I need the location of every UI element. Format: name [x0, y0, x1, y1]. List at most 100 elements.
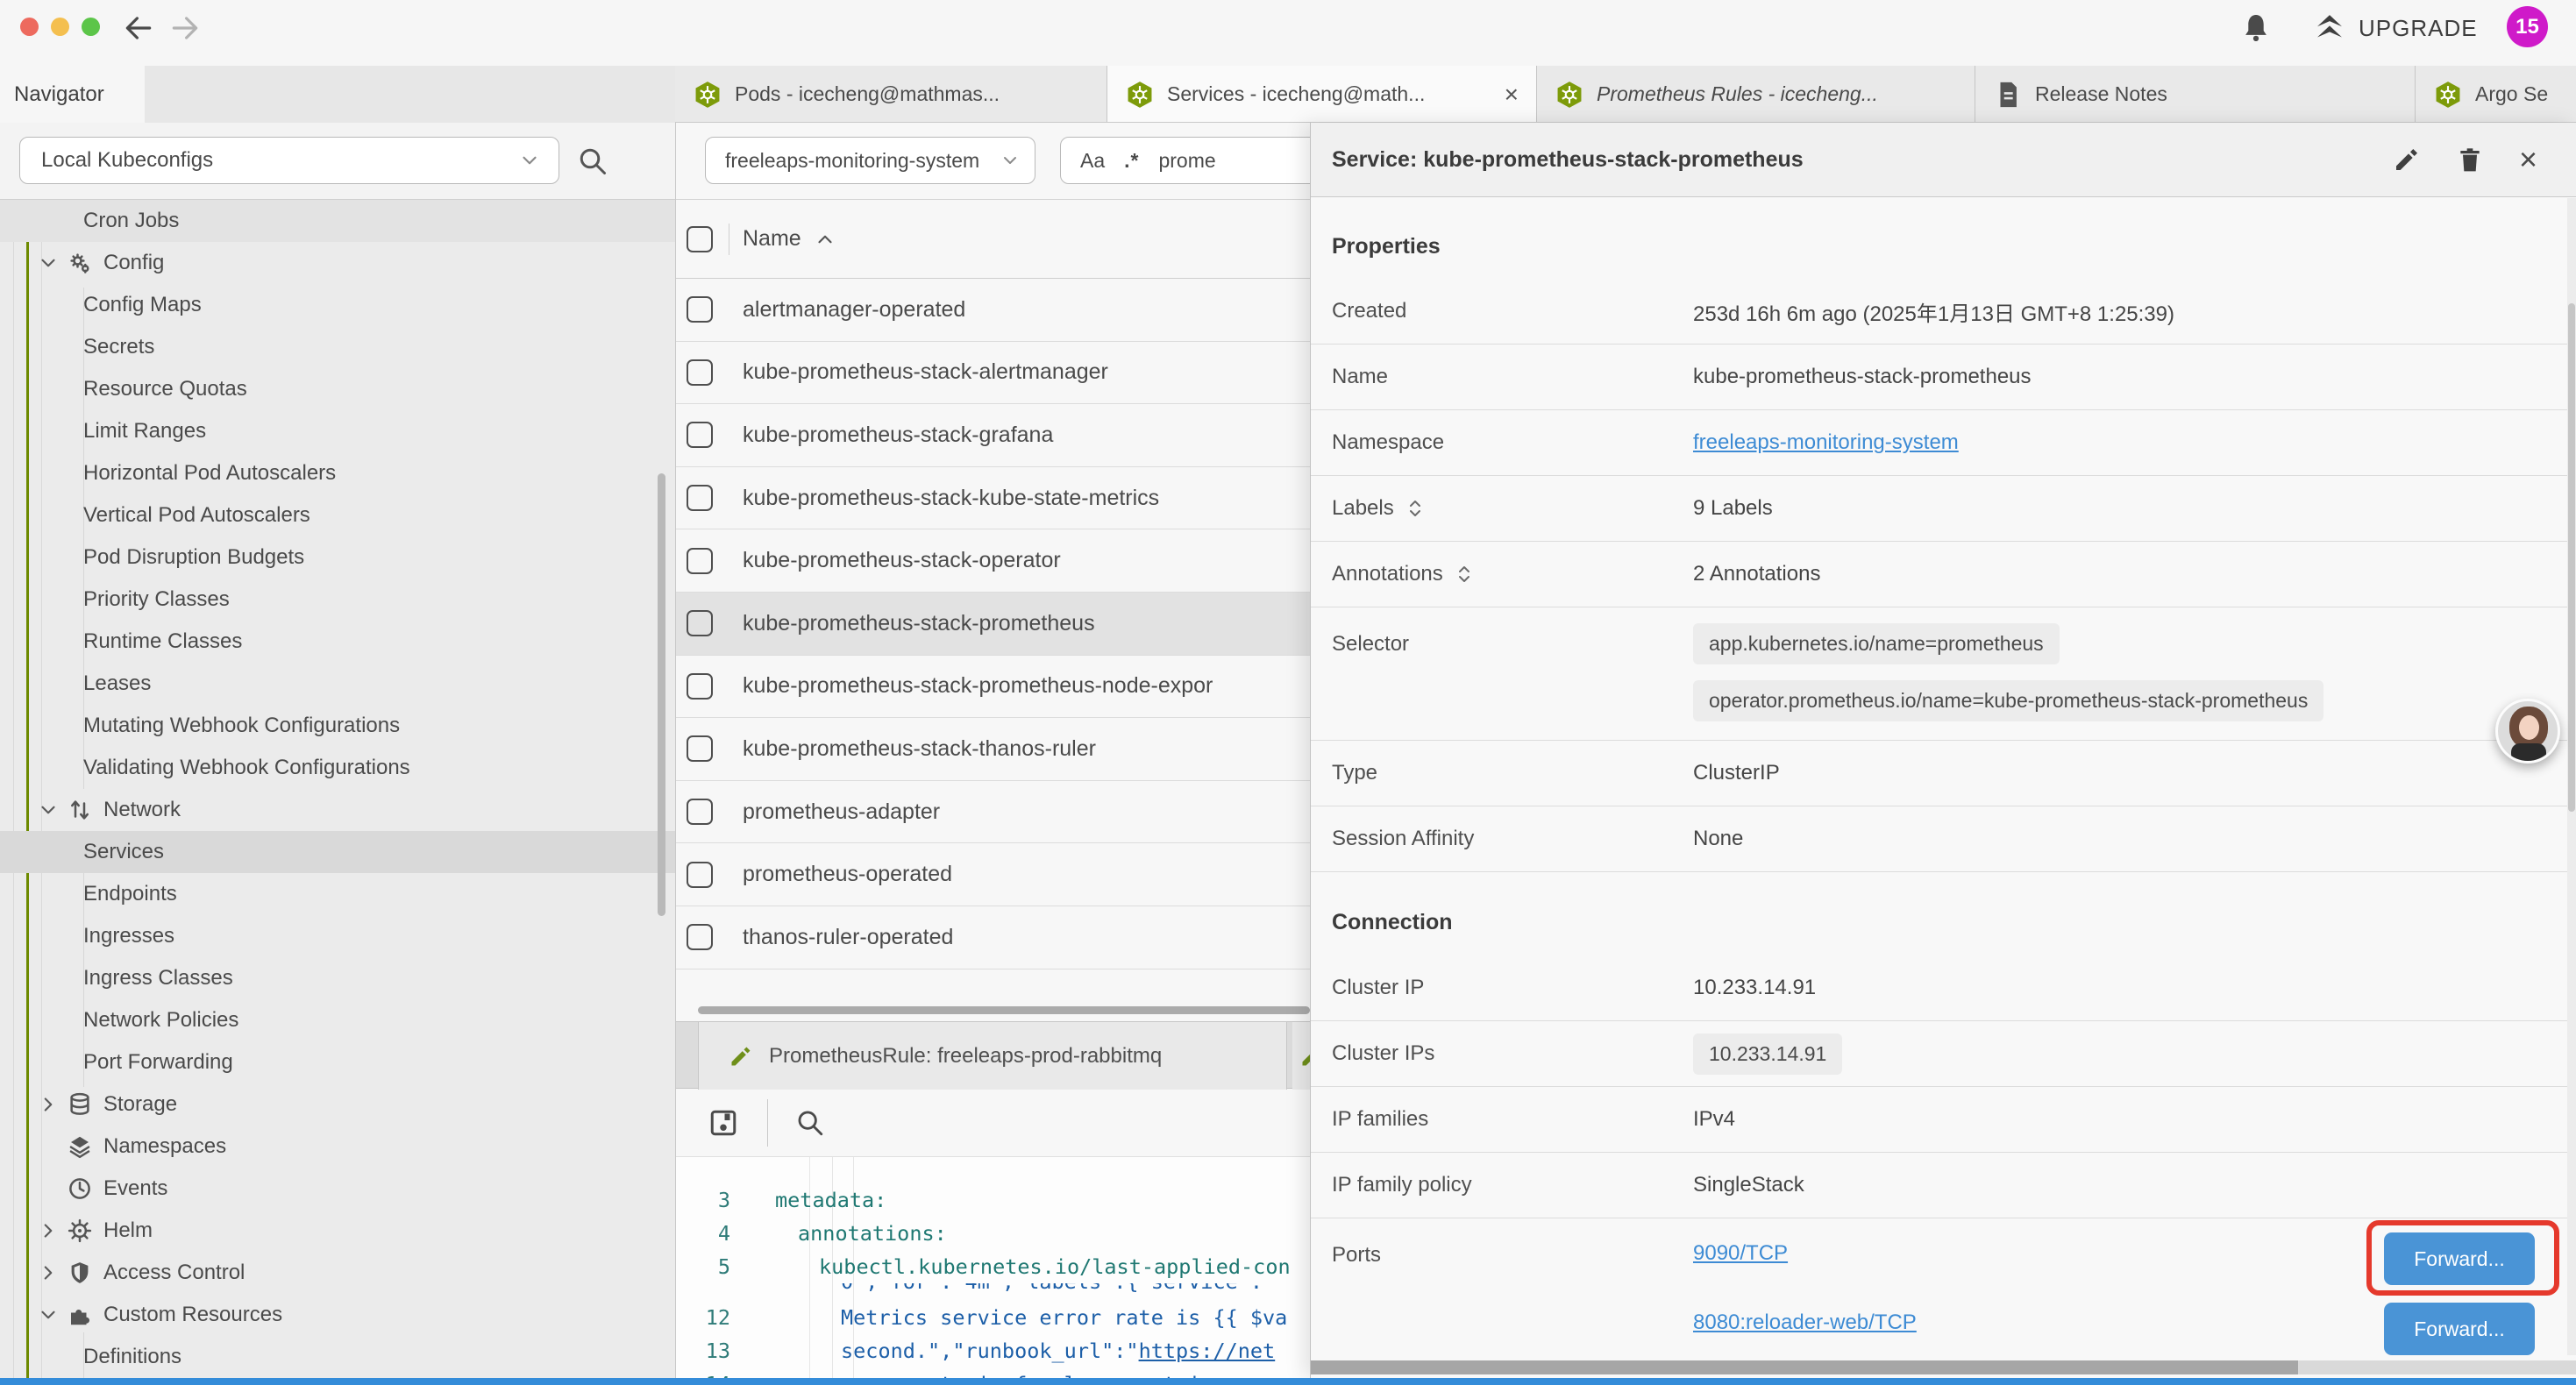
- table-row[interactable]: kube-prometheus-stack-kube-state-metrics: [676, 467, 1310, 530]
- sidebar-item[interactable]: Leases: [0, 663, 675, 705]
- row-checkbox[interactable]: [687, 924, 713, 950]
- table-horizontal-scrollbar[interactable]: [698, 1006, 1310, 1014]
- navigator-panel-tab[interactable]: Navigator: [0, 66, 145, 123]
- save-icon[interactable]: [708, 1107, 739, 1139]
- window-zoom-button[interactable]: [82, 18, 100, 36]
- tab[interactable]: Services - icecheng@math... ×: [1107, 66, 1537, 123]
- table-row[interactable]: kube-prometheus-stack-grafana: [676, 404, 1310, 467]
- select-all-checkbox[interactable]: [687, 226, 713, 252]
- row-checkbox[interactable]: [687, 296, 713, 323]
- table-row[interactable]: kube-prometheus-stack-thanos-ruler: [676, 718, 1310, 781]
- tab[interactable]: Pods - icecheng@mathmas...: [675, 66, 1107, 123]
- sidebar-item[interactable]: Config: [0, 242, 675, 284]
- tab[interactable]: Release Notes: [1975, 66, 2416, 123]
- row-checkbox[interactable]: [687, 862, 713, 888]
- sidebar-item[interactable]: Network: [0, 789, 675, 831]
- detail-horizontal-scrollbar[interactable]: [1311, 1360, 2576, 1374]
- tree-chevron-icon[interactable]: [37, 1303, 60, 1326]
- kubeconfig-selector[interactable]: Local Kubeconfigs: [19, 137, 559, 184]
- sidebar-scrollbar[interactable]: [658, 473, 665, 916]
- forward-button[interactable]: Forward...: [2384, 1303, 2535, 1355]
- tree-chevron-icon[interactable]: [37, 1219, 60, 1242]
- namespace-selector[interactable]: freeleaps-monitoring-system: [705, 137, 1035, 184]
- expand-collapse-icon[interactable]: [1454, 564, 1475, 585]
- row-checkbox[interactable]: [687, 673, 713, 700]
- sidebar-item[interactable]: Cron Jobs: [0, 200, 675, 242]
- sort-ascending-icon[interactable]: [814, 228, 836, 251]
- editor-search-icon[interactable]: [795, 1108, 825, 1138]
- table-row[interactable]: kube-prometheus-stack-prometheus-node-ex…: [676, 656, 1310, 719]
- row-checkbox[interactable]: [687, 422, 713, 448]
- sidebar-item[interactable]: Network Policies: [0, 999, 675, 1041]
- sidebar-item[interactable]: Helm: [0, 1210, 675, 1252]
- sidebar-item[interactable]: Mutating Webhook Configurations: [0, 705, 675, 747]
- sidebar-item[interactable]: Definitions: [0, 1336, 675, 1378]
- sidebar-item[interactable]: Priority Classes: [0, 579, 675, 621]
- name-column-header[interactable]: Name: [743, 226, 801, 252]
- sidebar-item[interactable]: Resource Quotas: [0, 368, 675, 410]
- sidebar-item[interactable]: Endpoints: [0, 873, 675, 915]
- sidebar-item[interactable]: Validating Webhook Configurations: [0, 747, 675, 789]
- close-icon[interactable]: ×: [2519, 144, 2537, 175]
- table-row[interactable]: kube-prometheus-stack-operator: [676, 529, 1310, 593]
- detail-horizontal-scrollbar-thumb[interactable]: [1311, 1360, 2298, 1374]
- window-minimize-button[interactable]: [51, 18, 69, 36]
- notification-badge[interactable]: 15: [2507, 6, 2548, 47]
- tree-chevron-icon[interactable]: [37, 1093, 60, 1116]
- sidebar-item[interactable]: Custom Resources: [0, 1294, 675, 1336]
- tab[interactable]: Argo Se: [2416, 66, 2576, 123]
- upgrade-icon[interactable]: [2311, 10, 2348, 46]
- sidebar-item[interactable]: Vertical Pod Autoscalers: [0, 494, 675, 536]
- tree-chevron-icon[interactable]: [37, 799, 60, 821]
- port-link[interactable]: 8080:reloader-web/TCP: [1693, 1310, 1917, 1335]
- namespace-link[interactable]: freeleaps-monitoring-system: [1693, 430, 1959, 455]
- sidebar-item[interactable]: Ingress Classes: [0, 957, 675, 999]
- editor-tab-partial[interactable]: [1292, 1022, 1310, 1090]
- table-row[interactable]: prometheus-adapter: [676, 781, 1310, 844]
- tab-close-icon[interactable]: ×: [1505, 82, 1519, 107]
- sidebar-item[interactable]: Namespaces: [0, 1126, 675, 1168]
- row-checkbox[interactable]: [687, 799, 713, 825]
- sidebar-item[interactable]: Runtime Classes: [0, 621, 675, 663]
- sidebar-item[interactable]: Horizontal Pod Autoscalers: [0, 452, 675, 494]
- sidebar-item[interactable]: Services: [0, 831, 675, 873]
- match-case-toggle[interactable]: Aa: [1080, 149, 1105, 173]
- avatar[interactable]: [2495, 699, 2560, 764]
- forward-arrow-icon[interactable]: [168, 11, 202, 45]
- back-arrow-icon[interactable]: [122, 11, 155, 45]
- sidebar-search-icon[interactable]: [577, 146, 608, 177]
- table-row[interactable]: kube-prometheus-stack-prometheus: [676, 593, 1310, 656]
- trash-icon[interactable]: [2456, 146, 2484, 174]
- edit-pencil-icon[interactable]: [2393, 146, 2421, 174]
- sidebar-item[interactable]: Secrets: [0, 326, 675, 368]
- window-close-button[interactable]: [20, 18, 39, 36]
- sidebar-item[interactable]: Events: [0, 1168, 675, 1210]
- detail-scrollbar-track[interactable]: [2567, 198, 2576, 1355]
- yaml-editor[interactable]: 3 metadata: 4 annotations: 5 kubectl.kub…: [676, 1157, 1310, 1378]
- row-checkbox[interactable]: [687, 548, 713, 574]
- sidebar-item[interactable]: Storage: [0, 1083, 675, 1126]
- expand-collapse-icon[interactable]: [1405, 498, 1426, 519]
- table-row[interactable]: thanos-ruler-operated: [676, 906, 1310, 970]
- table-row[interactable]: prometheus-operated: [676, 843, 1310, 906]
- regex-toggle[interactable]: .*: [1124, 149, 1139, 173]
- sidebar-item[interactable]: Port Forwarding: [0, 1041, 675, 1083]
- tree-chevron-icon[interactable]: [37, 1261, 60, 1284]
- table-row[interactable]: kube-prometheus-stack-alertmanager: [676, 342, 1310, 405]
- sidebar-item[interactable]: Ingresses: [0, 915, 675, 957]
- row-checkbox[interactable]: [687, 610, 713, 636]
- sidebar-item[interactable]: Limit Ranges: [0, 410, 675, 452]
- row-checkbox[interactable]: [687, 359, 713, 386]
- port-link[interactable]: 9090/TCP: [1693, 1241, 1788, 1266]
- row-checkbox[interactable]: [687, 735, 713, 762]
- editor-tab[interactable]: PrometheusRule: freeleaps-prod-rabbitmq: [698, 1022, 1287, 1090]
- row-checkbox[interactable]: [687, 485, 713, 511]
- tree-chevron-icon[interactable]: [37, 252, 60, 274]
- sidebar-item[interactable]: Config Maps: [0, 284, 675, 326]
- tab[interactable]: Prometheus Rules - icecheng...: [1537, 66, 1975, 123]
- upgrade-button[interactable]: UPGRADE: [2359, 15, 2478, 42]
- services-search-input[interactable]: Aa .* prome: [1060, 137, 1310, 184]
- table-row[interactable]: alertmanager-operated: [676, 279, 1310, 342]
- bell-icon[interactable]: [2239, 11, 2273, 45]
- detail-scrollbar-thumb[interactable]: [2568, 303, 2575, 812]
